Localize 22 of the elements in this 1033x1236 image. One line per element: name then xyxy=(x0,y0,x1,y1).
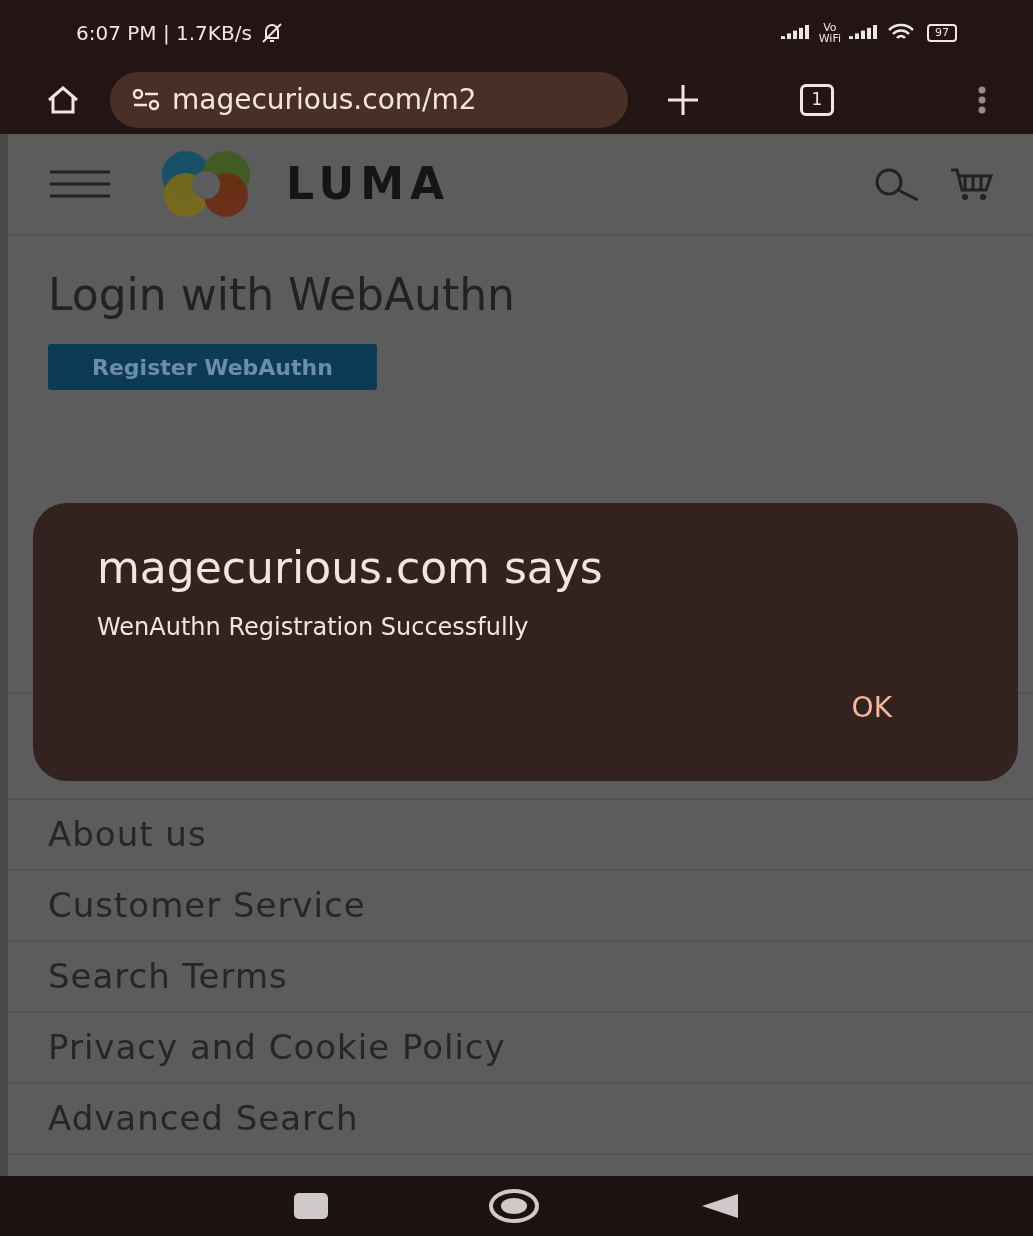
battery-indicator: 97 xyxy=(927,24,957,42)
recent-apps-icon[interactable] xyxy=(293,1193,328,1219)
page-heading: Login with WebAuthn xyxy=(48,268,516,322)
plus-icon[interactable] xyxy=(666,83,700,117)
cart-icon[interactable] xyxy=(949,167,993,201)
vowifi-label: Vo WiFi xyxy=(818,22,841,44)
dialog-title: magecurious.com says xyxy=(97,541,604,595)
site-settings-icon[interactable] xyxy=(132,89,160,111)
more-options-icon[interactable] xyxy=(977,86,987,114)
register-webauthn-button[interactable]: Register WebAuthn xyxy=(48,344,377,390)
home-icon[interactable] xyxy=(46,85,80,115)
status-time: 6:07 PM | 1.7KB/s xyxy=(76,20,252,47)
logo-text: LUMA xyxy=(286,157,451,211)
dialog-message: WenAuthn Registration Successfully xyxy=(97,612,530,643)
address-bar[interactable]: magecurious.com/m2 xyxy=(110,72,628,128)
menu-icon[interactable] xyxy=(48,169,112,199)
ok-button[interactable]: OK xyxy=(843,687,900,729)
home-button-icon[interactable] xyxy=(487,1188,540,1224)
signal-icon xyxy=(780,25,811,41)
tab-count-button[interactable]: 1 xyxy=(800,84,834,116)
url-text: magecurious.com/m2 xyxy=(172,82,477,118)
signal-icon xyxy=(849,25,879,41)
